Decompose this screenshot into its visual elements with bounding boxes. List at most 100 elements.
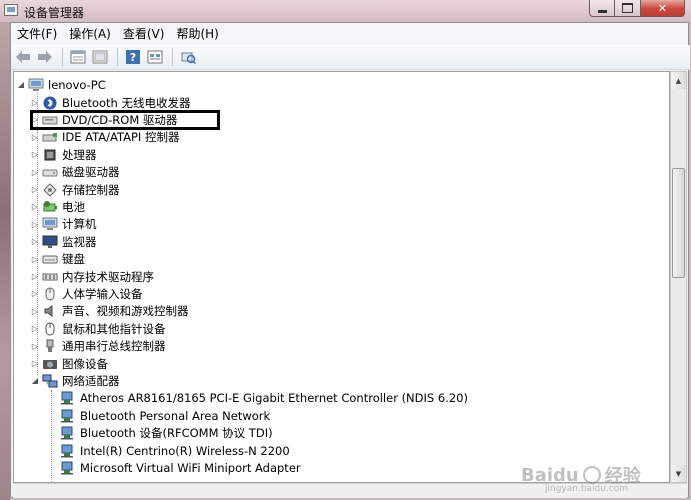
forward-button[interactable] [35,48,55,66]
watermark-url: jingyan.baidu.com [545,484,629,494]
svg-text:?: ? [130,51,136,64]
category-label: 图像设备 [62,356,108,371]
maximize-button[interactable] [615,0,641,17]
menu-file[interactable]: 文件(F) [11,23,63,45]
tree-category-item[interactable]: ▷ 存储控制器 [30,181,120,198]
tree-category-item[interactable]: ▷ 内存技术驱动程序 [30,268,154,285]
expand-icon[interactable]: ▷ [30,342,40,351]
baidu-watermark: Baidu 经验 jingyan.baidu.com [521,460,671,495]
tree-category-item[interactable]: ▷ 人体学输入设备 [30,285,143,302]
network-adapter-item[interactable]: Bluetooth Personal Area Network [58,407,270,424]
computer-icon [42,217,58,231]
tree-category-item[interactable]: ▷ 磁盘驱动器 [30,164,120,181]
tree-root[interactable]: ◢ lenovo-PC [16,76,106,93]
expand-icon[interactable]: ▷ [30,220,40,229]
properties-icon [70,50,86,64]
mouse-icon [42,322,58,336]
network-adapter-item[interactable]: Intel(R) Centrino(R) Wireless-N 2200 [58,442,290,459]
window-title: 设备管理器 [24,6,85,20]
ide-controller-icon [42,130,58,144]
category-label: 计算机 [62,217,97,232]
close-button[interactable]: ✕ [641,0,685,17]
close-icon: ✕ [657,1,668,15]
device-tree[interactable]: ◢ lenovo-PC ▷ Bluetooth 无线电收发器 ▷ DVD/CD-ROM… [13,71,670,483]
adapter-label: Bluetooth Personal Area Network [80,408,271,423]
tree-category-item[interactable]: ▷ 通用串行总线控制器 [30,338,166,355]
network-adapter-item[interactable]: Atheros AR8161/8165 PCI-E Gigabit Ethern… [58,390,468,407]
scan-hardware-button[interactable] [178,48,198,66]
expand-icon[interactable]: ▷ [30,272,40,281]
hid-icon [42,287,58,301]
expand-icon[interactable]: ▷ [30,202,40,211]
scroll-down-button[interactable]: ▼ [671,465,686,482]
category-label: Bluetooth 无线电收发器 [62,95,191,110]
category-label: 内存技术驱动程序 [62,269,154,284]
menu-action[interactable]: 操作(A) [63,23,117,45]
expand-icon[interactable]: ▷ [30,150,40,159]
desktop-background [0,20,10,500]
vertical-scrollbar[interactable]: ▲ ▼ [670,71,687,483]
menu-bar: 文件(F) 操作(A) 查看(V) 帮助(H) [11,23,688,45]
bluetooth-icon [42,96,58,110]
expand-icon[interactable]: ▷ [30,324,40,333]
expand-icon[interactable]: ▷ [30,237,40,246]
network-adapter-item[interactable]: Microsoft Virtual WiFi Miniport Adapter [58,459,301,476]
category-label: 鼠标和其他指针设备 [62,321,166,336]
expand-icon[interactable]: ▷ [30,307,40,316]
collapse-icon[interactable]: ◢ [30,376,40,385]
category-label: 磁盘驱动器 [62,165,120,180]
category-label: 键盘 [62,252,85,267]
tree-category-item[interactable]: ▷ 鼠标和其他指针设备 [30,320,166,337]
menu-help[interactable]: 帮助(H) [170,23,224,45]
category-label: 人体学输入设备 [62,286,143,301]
tree-category-item[interactable]: ▷ 监视器 [30,233,97,250]
back-button[interactable] [13,48,33,66]
tree-category-item[interactable]: ▷ 处理器 [30,146,97,163]
tree-category-item[interactable]: ▷ 电池 [30,198,85,215]
toolbar: ? [11,45,690,70]
help-icon: ? [126,50,140,64]
device-manager-window: 设备管理器 ✕ 文件(F) 操作(A) 查看(V) 帮助(H) ? ◢ leno… [0,0,691,500]
tree-category-item[interactable]: ▷ 声音、视频和游戏控制器 [30,303,189,320]
network-card-icon [60,409,76,423]
forward-arrow-icon [38,51,52,63]
expand-icon[interactable]: ▷ [30,185,40,194]
monitor-icon [42,235,58,249]
category-label: 声音、视频和游戏控制器 [62,304,189,319]
category-label: 处理器 [62,147,97,162]
expand-icon[interactable]: ▷ [30,98,40,107]
properties-button[interactable] [68,48,88,66]
tree-category-item[interactable]: ▷ IDE ATA/ATAPI 控制器 [30,129,180,146]
adapter-label: Intel(R) Centrino(R) Wireless-N 2200 [80,443,290,458]
paw-icon [582,466,601,484]
expand-icon[interactable]: ▷ [30,289,40,298]
network-adapter-item[interactable]: Bluetooth 设备(RFCOMM 协议 TDI) [58,425,273,442]
tree-category-item[interactable]: ▷ 计算机 [30,216,97,233]
network-card-icon [60,426,76,440]
imaging-icon [42,357,58,371]
view-button[interactable] [145,48,165,66]
usb-icon [42,339,58,353]
tree-category-item[interactable]: ▷ 键盘 [30,251,85,268]
scroll-thumb[interactable] [672,168,685,278]
scroll-up-button[interactable]: ▲ [671,72,686,89]
expand-icon[interactable]: ▷ [30,168,40,177]
toolbar-separator [117,48,118,66]
highlight-annotation [30,110,220,130]
tree-category-item[interactable]: ▷ Bluetooth 无线电收发器 [30,94,191,111]
tree-category-item[interactable]: ◢ 网络适配器 [30,372,120,389]
minimize-button[interactable] [589,0,615,17]
expand-icon[interactable]: ▷ [30,359,40,368]
client-area: 文件(F) 操作(A) 查看(V) 帮助(H) ? ◢ lenovo-PC ▷ … [10,22,690,498]
category-label: 通用串行总线控制器 [62,339,166,354]
title-bar[interactable]: 设备管理器 ✕ [0,0,691,22]
tree-category-item[interactable]: ▷ 图像设备 [30,355,108,372]
expand-icon[interactable]: ▷ [30,133,40,142]
adapter-label: Bluetooth 设备(RFCOMM 协议 TDI) [80,426,273,441]
collapse-icon[interactable]: ◢ [16,80,26,89]
battery-icon [42,200,58,214]
menu-view[interactable]: 查看(V) [117,23,171,45]
expand-icon[interactable]: ▷ [30,255,40,264]
help-button[interactable]: ? [123,48,143,66]
show-hide-button[interactable] [90,48,110,66]
